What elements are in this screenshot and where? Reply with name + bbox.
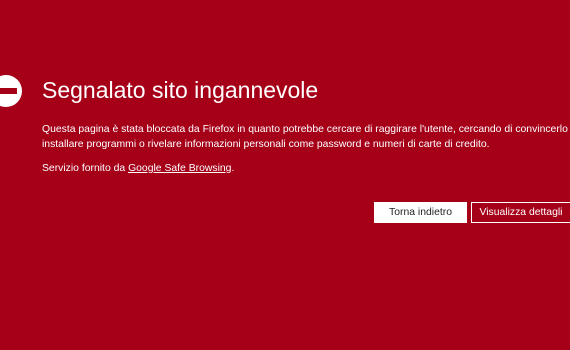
warning-description: Questa pagina è stata bloccata da Firefo…	[42, 122, 570, 152]
go-back-button[interactable]: Torna indietro	[374, 202, 467, 223]
blocked-icon	[0, 75, 22, 107]
warning-title: Segnalato sito ingannevole	[42, 77, 319, 103]
deceptive-site-warning-page: Segnalato sito ingannevole Questa pagina…	[0, 0, 570, 350]
provider-note: Servizio fornito da Google Safe Browsing…	[42, 161, 234, 176]
google-safe-browsing-link[interactable]: Google Safe Browsing	[128, 163, 231, 174]
provider-prefix: Servizio fornito da	[42, 163, 129, 174]
view-details-button[interactable]: Visualizza dettagli	[471, 202, 570, 223]
warning-description-line-1: Questa pagina è stata bloccata da Firefo…	[42, 124, 570, 135]
provider-suffix: .	[231, 163, 235, 174]
warning-description-line-2: installare programmi o rivelare informaz…	[42, 139, 490, 150]
